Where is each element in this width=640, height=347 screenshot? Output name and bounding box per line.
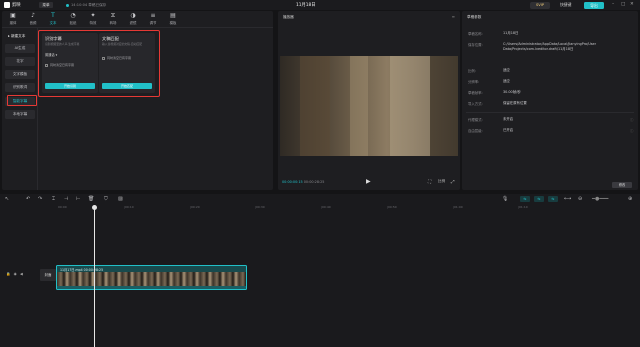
- redo-icon[interactable]: ↷: [38, 196, 42, 202]
- eye-icon[interactable]: ◉: [14, 272, 17, 276]
- clip-waveform: [57, 286, 246, 289]
- export-button[interactable]: 导出: [584, 1, 604, 9]
- param-row: 保存位置: C:/Users/Administrator/AppData/Loca…: [468, 42, 597, 51]
- folder-icon: ▣: [10, 12, 16, 19]
- sidebar-item-local-subtitle[interactable]: 本地字幕: [5, 110, 35, 119]
- player-header: 播放器: [283, 15, 294, 19]
- main-track-magnet-icon[interactable]: ⇆: [520, 196, 530, 202]
- zoom-out-icon[interactable]: ⊖: [578, 196, 582, 202]
- tab-text[interactable]: T 文本: [44, 12, 62, 27]
- main-toolbar: ▣ 媒体 ♪ 音频 T 文本 ◔ 贴纸 ✦ 特效 ⧖ 转场 ◑ 滤镜 ≡ 调节 ▤ 模板: [2, 11, 273, 28]
- sidebar-item-ai[interactable]: AI生成: [5, 44, 35, 53]
- zoom-slider[interactable]: ━●━━━: [592, 196, 608, 202]
- tab-transition[interactable]: ⧖ 转场: [104, 12, 122, 27]
- param-row: 代理模式: 未开启 ⓘ: [468, 117, 634, 122]
- total-time: 00:00:28:25: [303, 180, 325, 184]
- playhead-handle[interactable]: [92, 205, 97, 210]
- fullscreen-crop-icon[interactable]: ⛶: [428, 179, 431, 185]
- template-icon: ▤: [170, 12, 176, 19]
- zoom-in-icon[interactable]: ⊕: [628, 196, 632, 202]
- app-logo-icon: [4, 2, 10, 8]
- maximize-icon[interactable]: □: [621, 2, 625, 7]
- music-icon: ♪: [31, 12, 35, 19]
- split-right-icon[interactable]: ⊢: [76, 196, 80, 202]
- sidebar-item-lyrics[interactable]: 识别歌词: [5, 83, 35, 92]
- track-header: 🔒 ◉ ◀ 封面: [6, 269, 56, 281]
- tab-effects[interactable]: ✦ 特效: [84, 12, 102, 27]
- split-icon[interactable]: ⌶: [52, 196, 55, 202]
- tab-media[interactable]: ▣ 媒体: [4, 12, 22, 27]
- timeline-toolbar: ↖ ↶ ↷ ⌶ ⊣ ⊢ 🗑 ⛉ ▨ 🎙 ⇆ ⇆ ⇆ ⟷ ⊖ ━●━━━ ⊕: [0, 194, 640, 204]
- sticker-icon: ◔: [70, 12, 76, 19]
- modify-button[interactable]: 修改: [612, 182, 632, 188]
- pro-badge[interactable]: SVIP: [530, 1, 550, 9]
- expand-icon[interactable]: ⤢: [451, 179, 455, 185]
- video-clip[interactable]: 11月17日.mp4 00:00:28:25: [56, 265, 247, 290]
- param-row: 草稿帧率: 30.00帧/秒: [468, 90, 521, 95]
- microphone-icon[interactable]: 🎙: [502, 196, 508, 202]
- details-header: 草稿参数: [467, 15, 482, 19]
- tab-sticker[interactable]: ◔ 贴纸: [64, 12, 82, 27]
- save-status: 14:10:04 草稿已保存: [71, 2, 107, 7]
- highlight-box-cards: [38, 30, 160, 97]
- ratio-button[interactable]: 比例: [438, 179, 445, 184]
- sidebar-item-fancy[interactable]: 花字: [5, 57, 35, 66]
- info-icon: ⓘ: [630, 118, 634, 122]
- timeline-panel: ↖ ↶ ↷ ⌶ ⊣ ⊢ 🗑 ⛉ ▨ 🎙 ⇆ ⇆ ⇆ ⟷ ⊖ ━●━━━ ⊕ 00…: [0, 194, 640, 347]
- save-status-icon: [66, 3, 69, 7]
- tab-audio[interactable]: ♪ 音频: [24, 12, 42, 27]
- clip-thumbnails: [57, 272, 246, 286]
- lock-icon[interactable]: 🔒: [6, 272, 10, 276]
- title-bar: 剪映 菜单 14:10:04 草稿已保存 11月18日 SVIP 快捷键 导出 …: [0, 0, 640, 10]
- current-time: 00:00:00:15: [282, 180, 303, 184]
- param-row: 草稿名称: 11月18日: [468, 31, 519, 36]
- sidebar-new-text[interactable]: ▸ 新建文本: [5, 32, 35, 41]
- auto-snap-icon[interactable]: ⇆: [534, 196, 544, 202]
- minimize-icon[interactable]: –: [612, 2, 614, 7]
- param-row: 自由层级: 已开启 ⓘ: [468, 128, 634, 133]
- menu-button[interactable]: 菜单: [39, 2, 53, 8]
- player-panel: 播放器 ≡ 00:00:00:15 00:00:28:25 ▶ ⛶ 比例 ⤢: [278, 11, 460, 190]
- tab-template[interactable]: ▤ 模板: [164, 12, 182, 27]
- app-name: 剪映: [12, 3, 21, 8]
- draft-params-panel: 草稿参数 草稿名称: 11月18日 保存位置: C:/Users/Administr…: [462, 11, 638, 190]
- more-icon[interactable]: ≡: [452, 14, 455, 19]
- param-row: 比例: 适应: [468, 68, 510, 73]
- text-sidebar: ▸ 新建文本 AI生成 花字 文字模板 识别歌词 智能字幕 本地字幕: [2, 28, 38, 190]
- play-icon[interactable]: ▶: [366, 178, 371, 185]
- param-row: 导入方式: 保留在原有位置: [468, 101, 527, 106]
- effects-icon: ✦: [90, 12, 96, 19]
- param-row: 分辨率: 适应: [468, 79, 510, 84]
- transition-icon: ⧖: [110, 12, 116, 19]
- timecode: 00:00:00:15 00:00:28:25: [282, 180, 324, 184]
- audio-icon[interactable]: ◀: [20, 272, 23, 276]
- sidebar-item-template[interactable]: 文字模板: [5, 70, 35, 79]
- linkage-icon[interactable]: ⇆: [548, 196, 558, 202]
- filter-icon: ◑: [130, 12, 136, 19]
- info-icon: ⓘ: [630, 129, 634, 133]
- close-icon[interactable]: ✕: [630, 2, 634, 7]
- tab-filter[interactable]: ◑ 滤镜: [124, 12, 142, 27]
- project-title: 11月18日: [296, 3, 316, 8]
- undo-icon[interactable]: ↶: [26, 196, 30, 202]
- cover-button[interactable]: 封面: [40, 269, 56, 281]
- playhead[interactable]: [92, 205, 97, 347]
- adjust-icon: ≡: [150, 12, 156, 19]
- image-icon[interactable]: ▨: [118, 196, 123, 202]
- select-icon[interactable]: ↖: [5, 196, 9, 202]
- shield-icon[interactable]: ⛉: [104, 196, 108, 202]
- highlight-box-sidebar: [7, 95, 37, 106]
- preview-axis-icon[interactable]: ⟷: [564, 196, 571, 202]
- tab-adjust[interactable]: ≡ 调节: [144, 12, 162, 27]
- text-icon: T: [51, 12, 55, 19]
- delete-icon[interactable]: 🗑: [88, 196, 94, 202]
- shortcut-button[interactable]: 快捷键: [560, 2, 571, 8]
- split-left-icon[interactable]: ⊣: [64, 196, 68, 202]
- video-preview[interactable]: [280, 56, 458, 156]
